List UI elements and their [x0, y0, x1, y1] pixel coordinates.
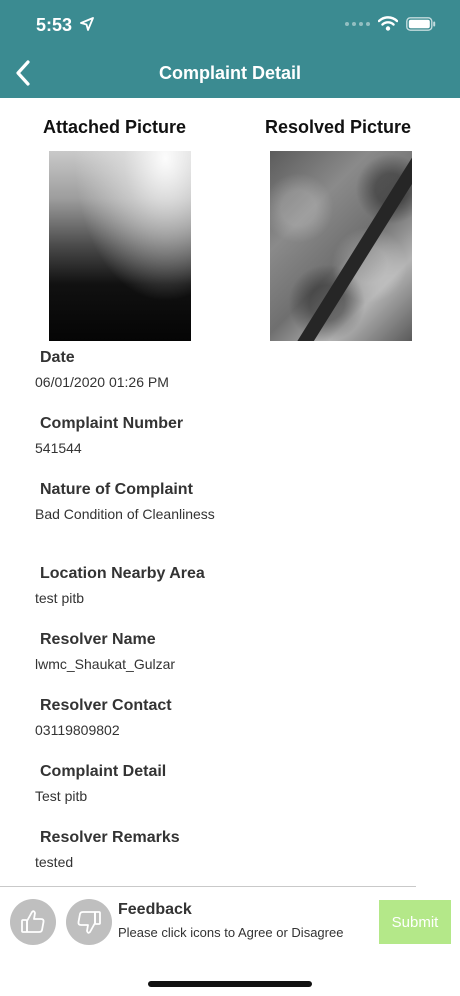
date-value: 06/01/2020 01:26 PM	[35, 374, 169, 390]
resolver-name-label: Resolver Name	[40, 631, 156, 648]
feedback-title: Feedback	[118, 901, 192, 918]
thumbs-up-icon	[21, 910, 45, 933]
resolver-remarks-label: Resolver Remarks	[40, 829, 180, 846]
nature-of-complaint-label: Nature of Complaint	[40, 481, 193, 498]
complaint-detail-label: Complaint Detail	[40, 763, 167, 780]
feedback-divider	[0, 886, 416, 887]
agree-button[interactable]	[10, 899, 56, 945]
cellular-signal-icon	[345, 21, 370, 26]
wifi-icon	[378, 16, 398, 31]
complaint-number-label: Complaint Number	[40, 415, 184, 432]
home-indicator	[148, 981, 312, 987]
attached-picture-title: Attached Picture	[43, 117, 187, 137]
battery-icon	[406, 16, 436, 31]
resolver-contact-value: 03119809802	[35, 722, 120, 738]
location-nearby-area-value: test pitb	[35, 590, 85, 606]
complaint-number-value: 541544	[35, 440, 82, 456]
resolver-remarks-value: tested	[35, 854, 74, 870]
disagree-button[interactable]	[66, 899, 112, 945]
date-label: Date	[40, 349, 75, 366]
complaint-detail-value: Test pitb	[35, 788, 88, 804]
page-title: Complaint Detail	[158, 63, 301, 83]
resolved-picture[interactable]	[270, 151, 412, 341]
status-icons	[345, 16, 436, 31]
location-nearby-area-label: Location Nearby Area	[40, 565, 205, 582]
status-time: 5:53	[36, 15, 73, 35]
thumbs-down-icon	[77, 911, 101, 934]
nature-of-complaint-value: Bad Condition of Cleanliness	[35, 506, 215, 522]
attached-picture[interactable]	[49, 151, 191, 341]
feedback-subtitle: Please click icons to Agree or Disagree	[118, 925, 344, 940]
submit-button[interactable]: Submit	[379, 900, 451, 944]
location-arrow-icon	[80, 17, 94, 31]
resolver-name-value: lwmc_Shaukat_Gulzar	[35, 656, 176, 672]
resolved-picture-title: Resolved Picture	[265, 117, 412, 137]
resolver-contact-label: Resolver Contact	[40, 697, 172, 714]
app-header: 5:53 Complaint Detail	[0, 0, 460, 98]
